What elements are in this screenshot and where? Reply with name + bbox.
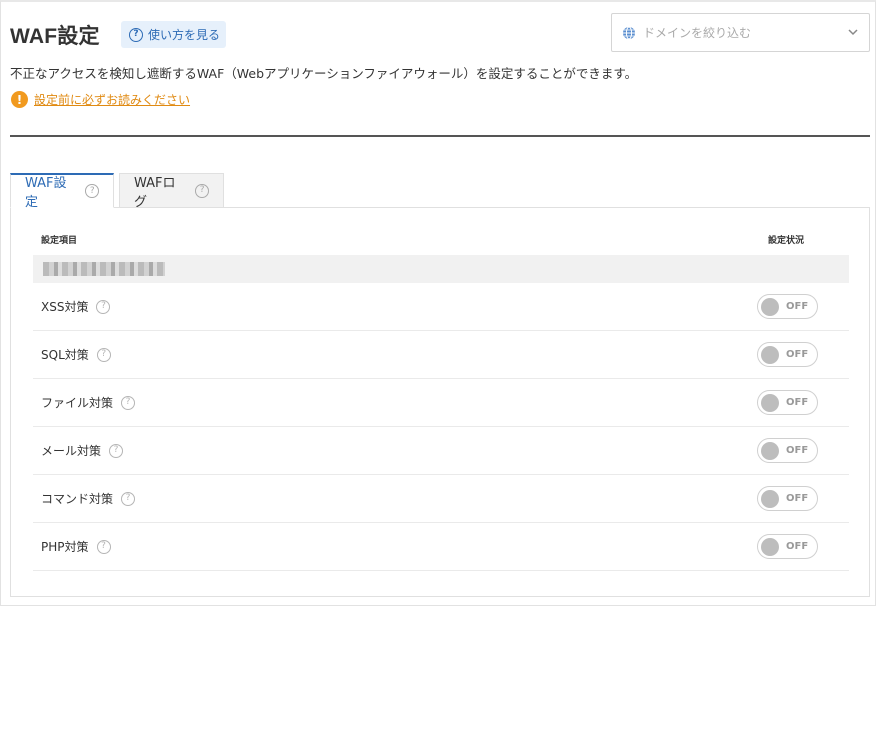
toggle-status: OFF (786, 445, 809, 456)
table-row: コマンド対策 ? OFF (33, 475, 849, 523)
warning-icon: ! (11, 91, 28, 108)
domain-filter-placeholder: ドメインを絞り込む (643, 26, 752, 40)
tab-waf-log[interactable]: WAFログ ? (119, 173, 224, 210)
setting-label: コマンド対策 (41, 492, 114, 506)
domain-filter-select[interactable]: ドメインを絞り込む (611, 13, 870, 52)
settings-table: 設定項目 設定状況 XSS対策 ? OFF SQL対策 ? OFF ファイル対策… (10, 207, 870, 597)
help-icon[interactable]: ? (96, 299, 111, 314)
setting-label: メール対策 (41, 444, 102, 458)
toggle-xss[interactable]: OFF (757, 294, 818, 319)
toggle-status: OFF (786, 397, 809, 408)
setting-label: ファイル対策 (41, 396, 114, 410)
toggle-knob (761, 490, 779, 508)
tab-label: WAF設定 (25, 176, 67, 210)
toggle-sql[interactable]: OFF (757, 342, 818, 367)
howto-button[interactable]: ? 使い方を見る (121, 21, 226, 48)
page-title: WAF設定 (10, 25, 100, 48)
table-row: メール対策 ? OFF (33, 427, 849, 475)
howto-label: 使い方を見る (148, 28, 221, 42)
setting-label: SQL対策 (41, 348, 89, 362)
setting-label: PHP対策 (41, 540, 89, 554)
help-icon[interactable]: ? (195, 183, 209, 198)
table-row: PHP対策 ? OFF (33, 523, 849, 571)
help-icon[interactable]: ? (96, 347, 111, 362)
tab-bar: WAF設定 ? WAFログ ? (10, 173, 224, 210)
column-header-status: 設定状況 (768, 236, 805, 246)
toggle-knob (761, 346, 779, 364)
table-row: XSS対策 ? OFF (33, 283, 849, 331)
toggle-file[interactable]: OFF (757, 390, 818, 415)
warning-notice: ! 設定前に必ずお読みください (11, 91, 190, 108)
globe-icon (623, 26, 635, 39)
column-header-item: 設定項目 (41, 236, 78, 246)
toggle-status: OFF (786, 301, 809, 312)
toggle-knob (761, 538, 779, 556)
toggle-command[interactable]: OFF (757, 486, 818, 511)
help-icon[interactable]: ? (109, 443, 124, 458)
help-icon[interactable]: ? (96, 539, 111, 554)
warning-link[interactable]: 設定前に必ずお読みください (34, 91, 190, 108)
domain-name-row (33, 255, 849, 283)
setting-label: XSS対策 (41, 300, 89, 314)
page-description: 不正なアクセスを検知し遮断するWAF（Webアプリケーションファイアウォール）を… (10, 66, 638, 81)
redacted-domain (43, 262, 165, 276)
toggle-knob (761, 394, 779, 412)
section-divider (10, 135, 870, 137)
toggle-status: OFF (786, 541, 809, 552)
toggle-mail[interactable]: OFF (757, 438, 818, 463)
tab-label: WAFログ (134, 175, 176, 210)
help-icon: ? (129, 27, 143, 42)
chevron-down-icon (848, 29, 858, 36)
toggle-status: OFF (786, 493, 809, 504)
toggle-knob (761, 442, 779, 460)
toggle-knob (761, 298, 779, 316)
tab-waf-settings[interactable]: WAF設定 ? (10, 173, 114, 210)
help-icon[interactable]: ? (85, 184, 99, 198)
table-row: ファイル対策 ? OFF (33, 379, 849, 427)
waf-panel: WAF設定 ? 使い方を見る ドメインを絞り込む 不正なアクセスを検知し遮断する… (0, 0, 876, 606)
toggle-php[interactable]: OFF (757, 534, 818, 559)
help-icon[interactable]: ? (121, 395, 136, 410)
help-icon[interactable]: ? (121, 491, 136, 506)
toggle-status: OFF (786, 349, 809, 360)
table-row: SQL対策 ? OFF (33, 331, 849, 379)
